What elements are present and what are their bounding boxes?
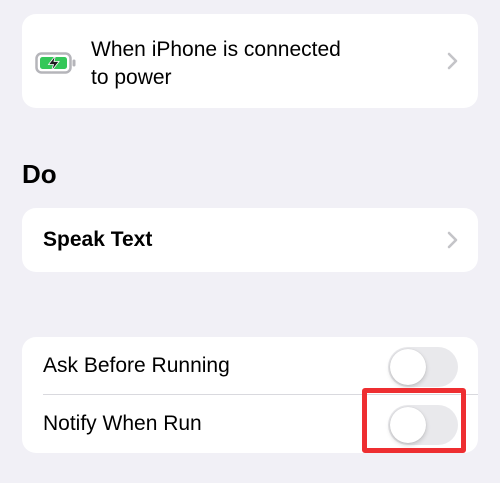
section-heading: Do [22, 159, 57, 189]
trigger-line-2: to power [91, 66, 172, 89]
option-row-ask-before-running: Ask Before Running [22, 337, 478, 395]
action-card-speak-text[interactable]: Speak Text [22, 208, 478, 272]
toggle-knob [390, 349, 426, 385]
option-label: Ask Before Running [43, 354, 230, 377]
trigger-card[interactable]: When iPhone is connected to power [22, 14, 478, 108]
battery-charging-icon [35, 52, 76, 74]
highlight-annotation-box [362, 388, 466, 453]
action-label: Speak Text [43, 228, 153, 251]
option-label: Notify When Run [43, 412, 202, 435]
trigger-line-1: When iPhone is connected [91, 38, 341, 61]
ask-before-running-toggle[interactable] [388, 347, 458, 387]
trigger-description: When iPhone is connected to power [91, 36, 411, 92]
chevron-right-icon [447, 231, 458, 249]
chevron-right-icon [447, 52, 458, 70]
